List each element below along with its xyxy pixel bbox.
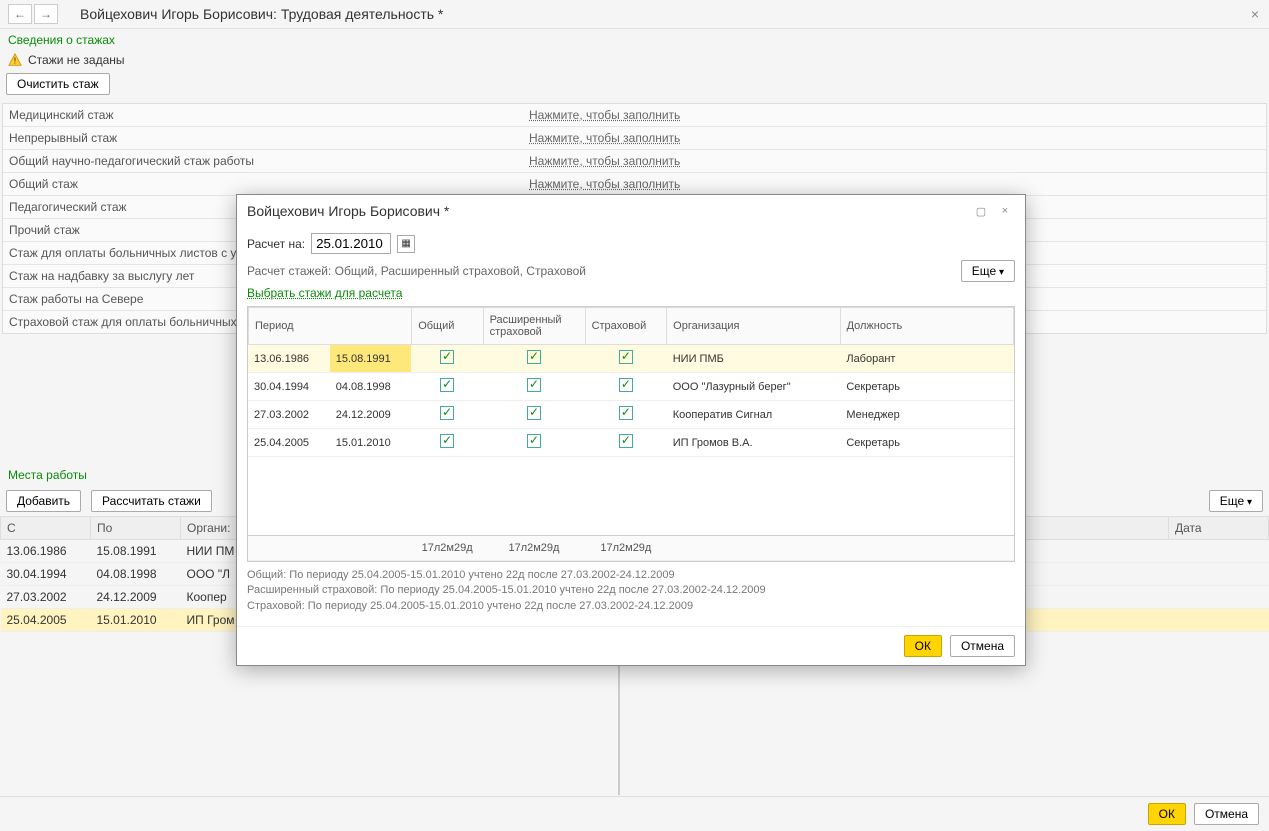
top-nav: ← → Войцехович Игорь Борисович: Трудовая… — [0, 0, 1269, 29]
calc-info-text: Расчет стажей: Общий, Расширенный страхо… — [247, 264, 586, 278]
notes-block: Общий: По периоду 25.04.2005-15.01.2010 … — [247, 562, 1015, 620]
totals-row: 17л2м29д 17л2м29д 17л2м29д — [248, 535, 1014, 561]
col-ext-ins[interactable]: Расширенный страховой — [483, 308, 585, 345]
calc-table: Период Общий Расширенный страховой Страх… — [247, 306, 1015, 562]
page-title: Войцехович Игорь Борисович: Трудовая дея… — [80, 6, 443, 22]
staj-row[interactable]: Медицинский стажНажмите, чтобы заполнить — [3, 104, 1266, 126]
calc-modal: Войцехович Игорь Борисович * ▢ × Расчет … — [236, 194, 1026, 666]
ok-button[interactable]: ОК — [1148, 803, 1186, 825]
table-row[interactable]: 13.06.198615.08.1991 НИИ ПМБЛаборант — [248, 345, 1014, 373]
checkbox[interactable] — [527, 350, 541, 364]
calendar-icon[interactable]: ▦ — [397, 235, 415, 253]
more-button[interactable]: Еще — [1209, 490, 1263, 512]
col-general[interactable]: Общий — [412, 308, 483, 345]
modal-footer: ОК Отмена — [237, 626, 1025, 665]
warning-icon: ! — [8, 53, 22, 67]
checkbox[interactable] — [440, 378, 454, 392]
table-row[interactable]: 25.04.200515.01.2010 ИП Громов В.А.Секре… — [248, 429, 1014, 457]
col-org[interactable]: Организация — [667, 308, 840, 345]
section-staj-header: Сведения о стажах — [0, 29, 1269, 51]
col-to[interactable]: По — [91, 517, 181, 540]
staj-row[interactable]: Общий научно-педагогический стаж работыН… — [3, 149, 1266, 172]
checkbox[interactable] — [619, 434, 633, 448]
col-date[interactable]: Дата — [1169, 517, 1269, 540]
nav-forward-button[interactable]: → — [34, 4, 58, 24]
close-icon[interactable]: × — [995, 203, 1015, 219]
col-ins[interactable]: Страховой — [585, 308, 667, 345]
svg-text:!: ! — [14, 57, 16, 66]
staj-row[interactable]: Непрерывный стажНажмите, чтобы заполнить — [3, 126, 1266, 149]
checkbox[interactable] — [527, 378, 541, 392]
add-button[interactable]: Добавить — [6, 490, 81, 512]
fill-link[interactable]: Нажмите, чтобы заполнить — [529, 131, 680, 145]
col-from[interactable]: С — [1, 517, 91, 540]
fill-link[interactable]: Нажмите, чтобы заполнить — [529, 108, 680, 122]
checkbox[interactable] — [619, 350, 633, 364]
select-staj-link[interactable]: Выбрать стажи для расчета — [247, 286, 402, 300]
table-row[interactable]: 30.04.199404.08.1998 ООО "Лазурный берег… — [248, 373, 1014, 401]
fill-link[interactable]: Нажмите, чтобы заполнить — [529, 154, 680, 168]
clear-staj-button[interactable]: Очистить стаж — [6, 73, 110, 95]
warning-text: Стажи не заданы — [28, 53, 125, 67]
checkbox[interactable] — [440, 434, 454, 448]
modal-title-text: Войцехович Игорь Борисович * — [247, 203, 449, 219]
nav-back-button[interactable]: ← — [8, 4, 32, 24]
checkbox[interactable] — [440, 350, 454, 364]
col-pos[interactable]: Должность — [840, 308, 1013, 345]
more-button[interactable]: Еще — [961, 260, 1015, 282]
checkbox[interactable] — [619, 378, 633, 392]
checkbox[interactable] — [527, 406, 541, 420]
table-row[interactable]: 27.03.200224.12.2009 Кооператив СигналМе… — [248, 401, 1014, 429]
window-restore-icon[interactable]: ▢ — [971, 203, 991, 219]
cancel-button[interactable]: Отмена — [950, 635, 1015, 657]
fill-link[interactable]: Нажмите, чтобы заполнить — [529, 177, 680, 191]
calc-date-row: Расчет на: ▦ — [247, 233, 1015, 254]
col-period[interactable]: Период — [249, 308, 412, 345]
col-org[interactable]: Органи: — [181, 517, 241, 540]
calc-staj-button[interactable]: Рассчитать стажи — [91, 490, 212, 512]
page-footer: ОК Отмена — [0, 796, 1269, 831]
calc-date-input[interactable] — [311, 233, 391, 254]
checkbox[interactable] — [619, 406, 633, 420]
checkbox[interactable] — [440, 406, 454, 420]
ok-button[interactable]: ОК — [904, 635, 942, 657]
cancel-button[interactable]: Отмена — [1194, 803, 1259, 825]
checkbox[interactable] — [527, 434, 541, 448]
close-icon[interactable]: × — [1251, 6, 1259, 22]
staj-row[interactable]: Общий стажНажмите, чтобы заполнить — [3, 172, 1266, 195]
modal-titlebar: Войцехович Игорь Борисович * ▢ × — [237, 195, 1025, 227]
warning-row: ! Стажи не заданы — [0, 51, 1269, 69]
calc-on-label: Расчет на: — [247, 237, 305, 251]
